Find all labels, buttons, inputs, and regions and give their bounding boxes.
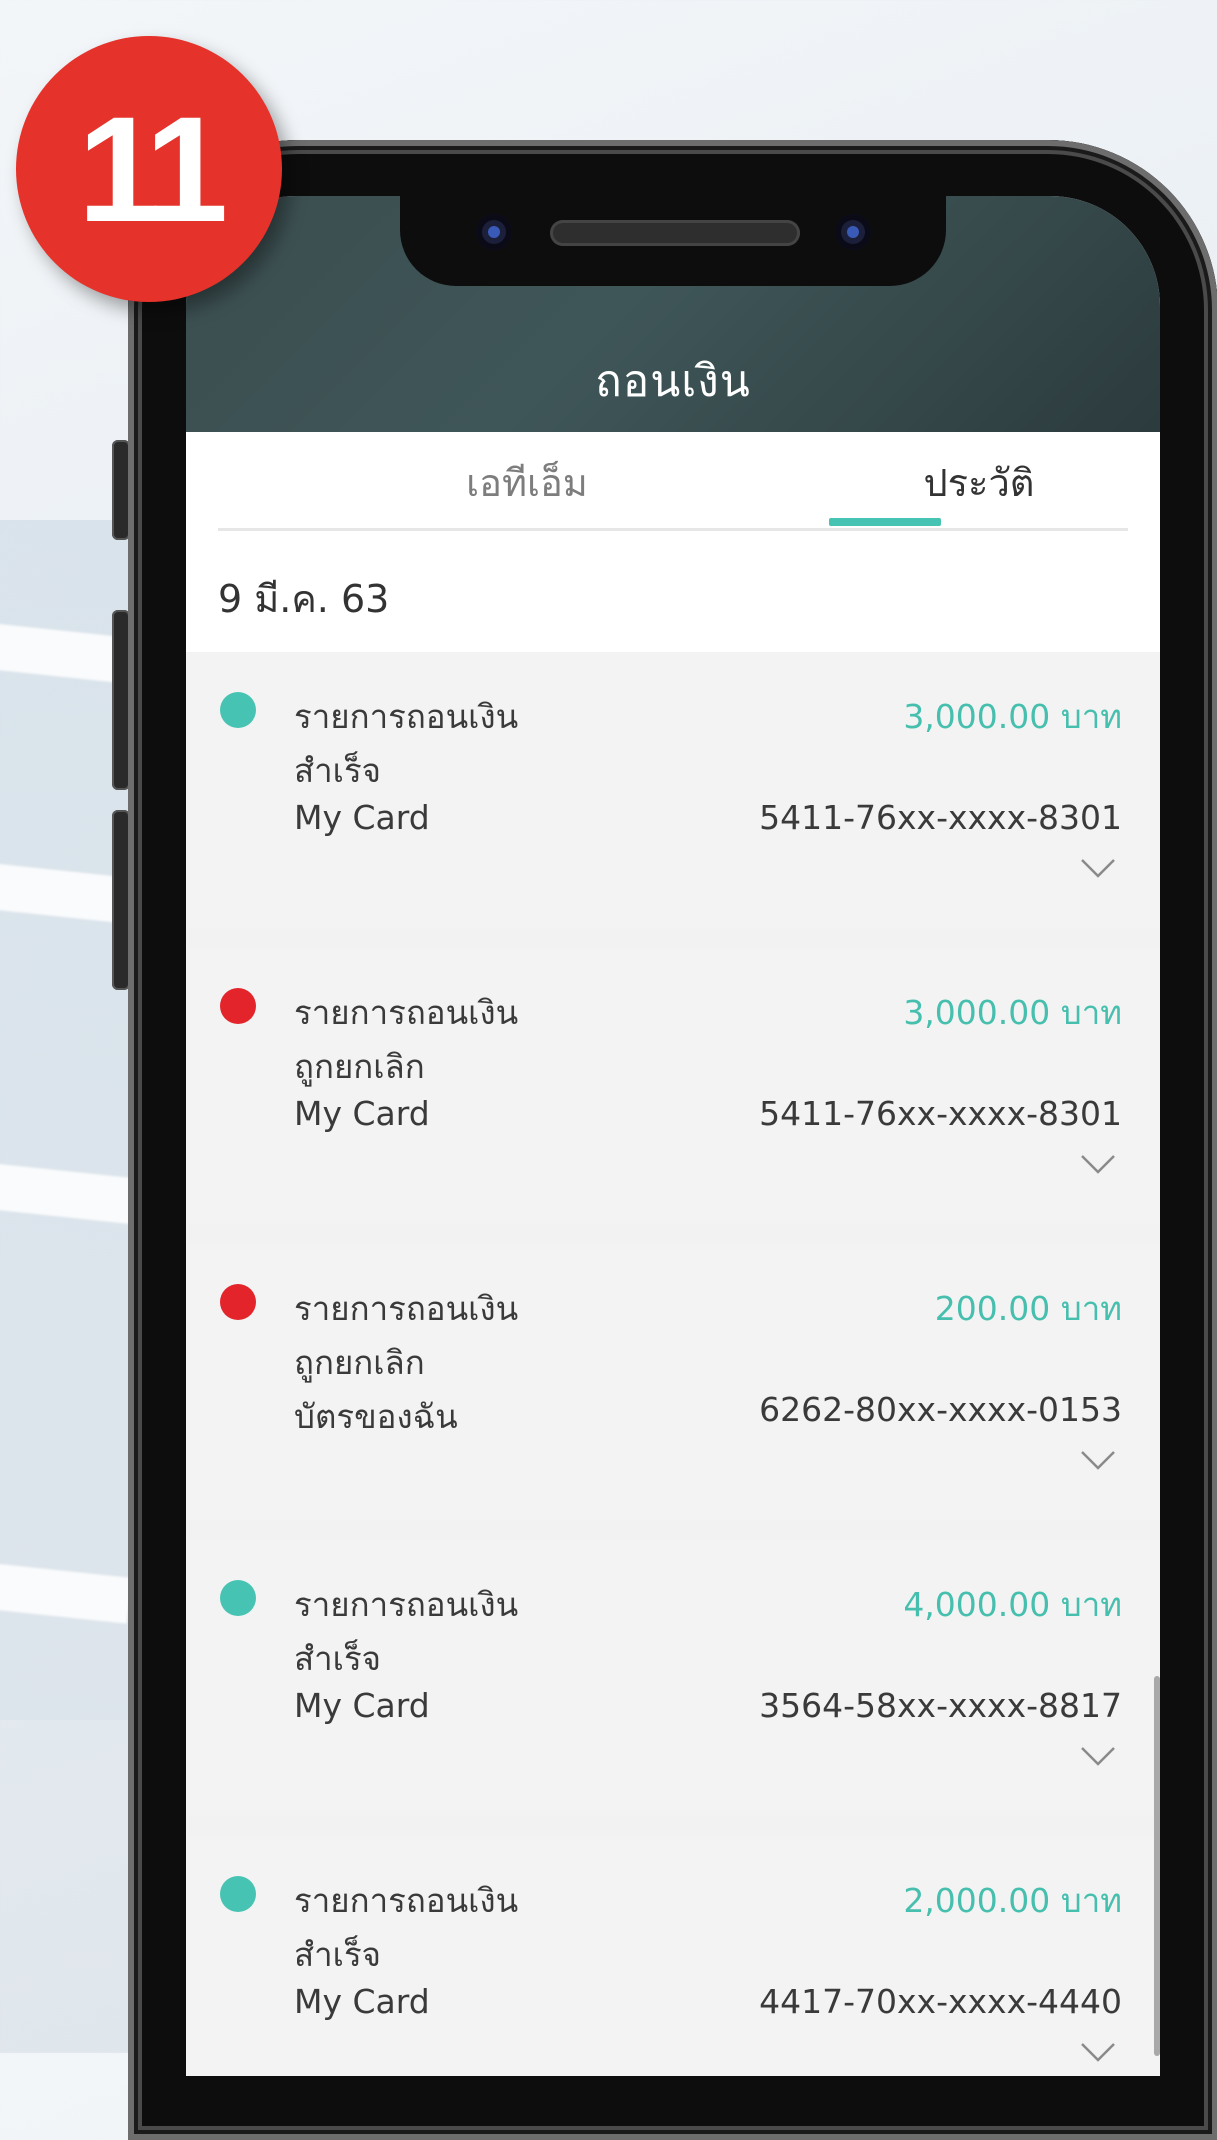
speaker-grille	[550, 220, 800, 246]
chevron-down-icon[interactable]	[1080, 1744, 1116, 1770]
card-name: My Card	[294, 1094, 430, 1133]
card-number: 5411-76xx-xxxx-8301	[759, 798, 1122, 837]
transaction-title: รายการถอนเงิน	[294, 1585, 519, 1624]
status-dot-icon	[220, 1580, 256, 1616]
transaction-amount: 3,000.00 บาท	[903, 993, 1122, 1032]
card-name: บัตรของฉัน	[294, 1397, 458, 1436]
transaction-title: รายการถอนเงิน	[294, 993, 519, 1032]
history-date: 9 มี.ค. 63	[218, 577, 390, 621]
front-camera-icon	[476, 214, 512, 250]
tab-divider	[218, 528, 1128, 531]
transaction-item[interactable]: รายการถอนเงิน สำเร็จ My Card 4,000.00 บา…	[186, 1540, 1160, 1816]
chevron-down-icon[interactable]	[1080, 856, 1116, 882]
tab-bar: เอทีเอ็ม ประวัติ	[186, 432, 1160, 542]
transaction-amount: 4,000.00 บาท	[903, 1585, 1122, 1624]
transaction-item[interactable]: รายการถอนเงิน ถูกยกเลิก บัตรของฉัน 200.0…	[186, 1244, 1160, 1520]
chevron-down-icon[interactable]	[1080, 1152, 1116, 1178]
transaction-amount: 2,000.00 บาท	[903, 1881, 1122, 1920]
card-name: My Card	[294, 1686, 430, 1725]
transaction-status: ถูกยกเลิก	[294, 1047, 425, 1086]
page-title: ถอนเงิน	[595, 356, 751, 407]
card-name: My Card	[294, 1982, 430, 2021]
transaction-status: สำเร็จ	[294, 751, 382, 790]
chevron-down-icon[interactable]	[1080, 2040, 1116, 2066]
card-number: 3564-58xx-xxxx-8817	[759, 1686, 1122, 1725]
transaction-item[interactable]: รายการถอนเงิน สำเร็จ My Card 2,000.00 บา…	[186, 1836, 1160, 2076]
history-list: รายการถอนเงิน สำเร็จ My Card 3,000.00 บา…	[186, 652, 1160, 2076]
phone-screen: ถอนเงิน เอทีเอ็ม ประวัติ 9 มี.ค. 63 รายก…	[186, 196, 1160, 2076]
transaction-title: รายการถอนเงิน	[294, 1289, 519, 1328]
card-number: 5411-76xx-xxxx-8301	[759, 1094, 1122, 1133]
active-tab-indicator	[829, 518, 941, 526]
transaction-amount: 200.00 บาท	[934, 1289, 1122, 1328]
transaction-status: สำเร็จ	[294, 1639, 382, 1678]
chevron-down-icon[interactable]	[1080, 1448, 1116, 1474]
status-dot-icon	[220, 988, 256, 1024]
card-number: 6262-80xx-xxxx-0153	[759, 1390, 1122, 1429]
card-number: 4417-70xx-xxxx-4440	[759, 1982, 1122, 2021]
transaction-status: สำเร็จ	[294, 1935, 382, 1974]
transaction-title: รายการถอนเงิน	[294, 1881, 519, 1920]
status-dot-icon	[220, 692, 256, 728]
transaction-item[interactable]: รายการถอนเงิน สำเร็จ My Card 3,000.00 บา…	[186, 652, 1160, 928]
card-name: My Card	[294, 798, 430, 837]
scrollbar[interactable]	[1154, 1676, 1160, 2056]
transaction-amount: 3,000.00 บาท	[903, 697, 1122, 736]
status-dot-icon	[220, 1284, 256, 1320]
tab-atm[interactable]: เอทีเอ็ม	[427, 452, 627, 513]
sensor-icon	[835, 214, 871, 250]
transaction-title: รายการถอนเงิน	[294, 697, 519, 736]
status-dot-icon	[220, 1876, 256, 1912]
tab-history[interactable]: ประวัติ	[879, 452, 1079, 513]
transaction-status: ถูกยกเลิก	[294, 1343, 425, 1382]
phone-notch	[400, 196, 946, 286]
step-number-badge: 11	[16, 36, 282, 302]
transaction-item[interactable]: รายการถอนเงิน ถูกยกเลิก My Card 3,000.00…	[186, 948, 1160, 1224]
date-header: 9 มี.ค. 63	[186, 542, 1160, 652]
